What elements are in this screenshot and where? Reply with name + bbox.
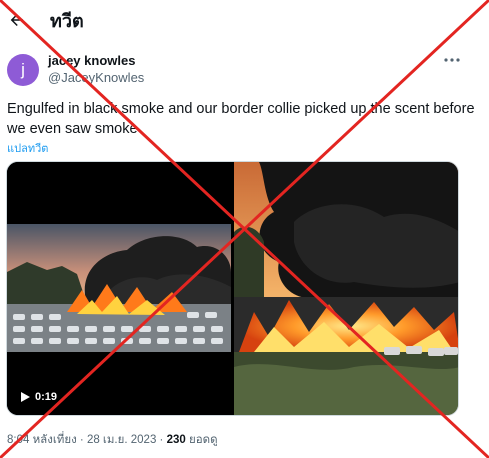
author-handle[interactable]: @JaceyKnowles xyxy=(48,70,144,86)
tweet-meta: 8:04 หลังเที่ยง · 28 เม.ย. 2023 · 230 ยอ… xyxy=(7,431,218,449)
arrow-left-icon[interactable] xyxy=(6,9,28,31)
tweet-date[interactable]: 28 เม.ย. 2023 xyxy=(87,434,156,446)
video-thumbnail[interactable]: 0:19 xyxy=(7,162,231,415)
view-count-label: ยอดดู xyxy=(188,434,218,446)
more-options-icon[interactable] xyxy=(440,52,464,68)
view-count: 230 xyxy=(166,434,186,446)
avatar[interactable]: j xyxy=(7,54,39,86)
author-name[interactable]: jacey knowles xyxy=(48,53,144,69)
media-grid: 0:19 xyxy=(6,161,459,416)
meta-separator: · xyxy=(159,434,164,446)
meta-separator: · xyxy=(79,434,84,446)
photo-thumbnail[interactable] xyxy=(234,162,458,415)
author-block: jacey knowles @JaceyKnowles xyxy=(48,53,144,86)
page-title: ทวีต xyxy=(50,11,84,31)
play-icon xyxy=(21,392,30,402)
translate-link[interactable]: แปลทวีต xyxy=(7,139,48,157)
tweet-text: Engulfed in black smoke and our border c… xyxy=(7,101,475,137)
header-bar: ทวีต xyxy=(0,0,489,44)
video-duration-badge[interactable]: 0:19 xyxy=(15,386,64,408)
tweet-time[interactable]: 8:04 หลังเที่ยง xyxy=(7,434,77,446)
avatar-letter: j xyxy=(21,60,25,79)
video-duration: 0:19 xyxy=(35,391,58,403)
